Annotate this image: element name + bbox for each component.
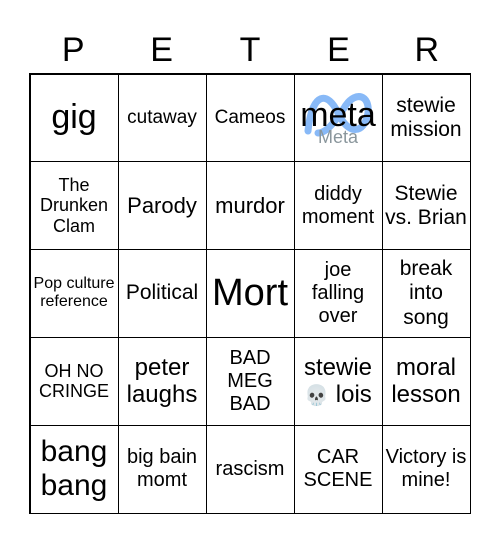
cell-text: Parody <box>127 193 197 219</box>
bingo-cell[interactable]: stewie💀 loisstewie 💀 lois <box>293 336 383 426</box>
bingo-cell[interactable]: Stewie vs. Brian <box>381 161 471 251</box>
bingo-cell[interactable]: murdor <box>205 161 295 251</box>
bingo-header: P E T E R <box>29 28 471 72</box>
bingo-cell[interactable]: diddy moment <box>293 161 383 251</box>
cell-text: break into song <box>399 257 453 329</box>
header-letter: T <box>239 31 261 69</box>
cell-text: stewie mission <box>390 93 462 141</box>
bingo-cell[interactable]: OH NO CRINGE <box>29 336 119 426</box>
cell-text: CAR SCENE <box>303 446 373 492</box>
cell-text: The Drunken Clam <box>39 174 109 237</box>
skull-icon: 💀 <box>304 385 330 408</box>
cell-text: Political <box>125 281 199 305</box>
cell-text: diddy moment <box>301 182 375 228</box>
cell-text: stewie 💀 lois <box>303 353 373 409</box>
bingo-cell[interactable]: break into song <box>381 249 471 338</box>
bingo-cell[interactable]: gig <box>29 73 119 163</box>
bingo-cell[interactable]: joe falling over <box>293 249 383 338</box>
bingo-cell[interactable]: meta Meta <box>293 73 383 163</box>
cell-text: rascism <box>215 457 285 480</box>
cell-text: gig <box>51 98 97 137</box>
bingo-cell[interactable]: big bain momt <box>117 424 207 514</box>
cell-text: moral lesson <box>391 353 461 409</box>
bingo-cell[interactable]: stewie mission <box>381 73 471 163</box>
cell-text: Pop culture reference <box>33 275 115 311</box>
cell-text: Mort <box>212 271 288 314</box>
cell-text: peter laughs <box>126 353 198 409</box>
bingo-cell[interactable]: Pop culture reference <box>29 249 119 338</box>
header-letter: R <box>414 31 440 69</box>
cell-text: Cameos <box>214 106 286 128</box>
bingo-cell[interactable]: Parody <box>117 161 207 251</box>
cell-text: OH NO CRINGE <box>38 360 109 402</box>
header-letter: E <box>327 31 350 69</box>
bingo-cell[interactable]: bang bang <box>29 424 119 514</box>
bingo-cell[interactable]: peter laughs <box>117 336 207 426</box>
header-letter: P <box>61 31 85 69</box>
bingo-cell[interactable]: Cameos <box>205 73 295 163</box>
header-letter: E <box>150 31 173 69</box>
bingo-cell[interactable]: Victory is mine! <box>381 424 471 514</box>
cell-text: big bain momt <box>126 446 198 492</box>
bingo-card: gig cutaway Cameos meta Meta stewie mission Th… <box>29 73 471 514</box>
cell-text: joe falling over <box>311 258 365 327</box>
bingo-cell[interactable]: BAD MEG BAD <box>205 336 295 426</box>
bingo-cell[interactable]: cutaway <box>117 73 207 163</box>
cell-text: bang bang <box>40 434 108 503</box>
bingo-cell[interactable]: Political <box>117 249 207 338</box>
meta-wordmark: Meta <box>317 126 359 147</box>
bingo-cell[interactable]: Mort <box>205 249 295 338</box>
cell-text: Victory is mine! <box>385 446 467 492</box>
cell-text: cutaway <box>127 106 197 128</box>
bingo-cell[interactable]: The Drunken Clam <box>29 161 119 251</box>
bingo-cell[interactable]: CAR SCENE <box>293 424 383 514</box>
bingo-cell[interactable]: rascism <box>205 424 295 514</box>
cell-text: Stewie vs. Brian <box>385 181 467 229</box>
cell-text: BAD MEG BAD <box>227 346 273 415</box>
cell-text: murdor <box>215 193 285 219</box>
bingo-cell[interactable]: moral lesson <box>381 336 471 426</box>
